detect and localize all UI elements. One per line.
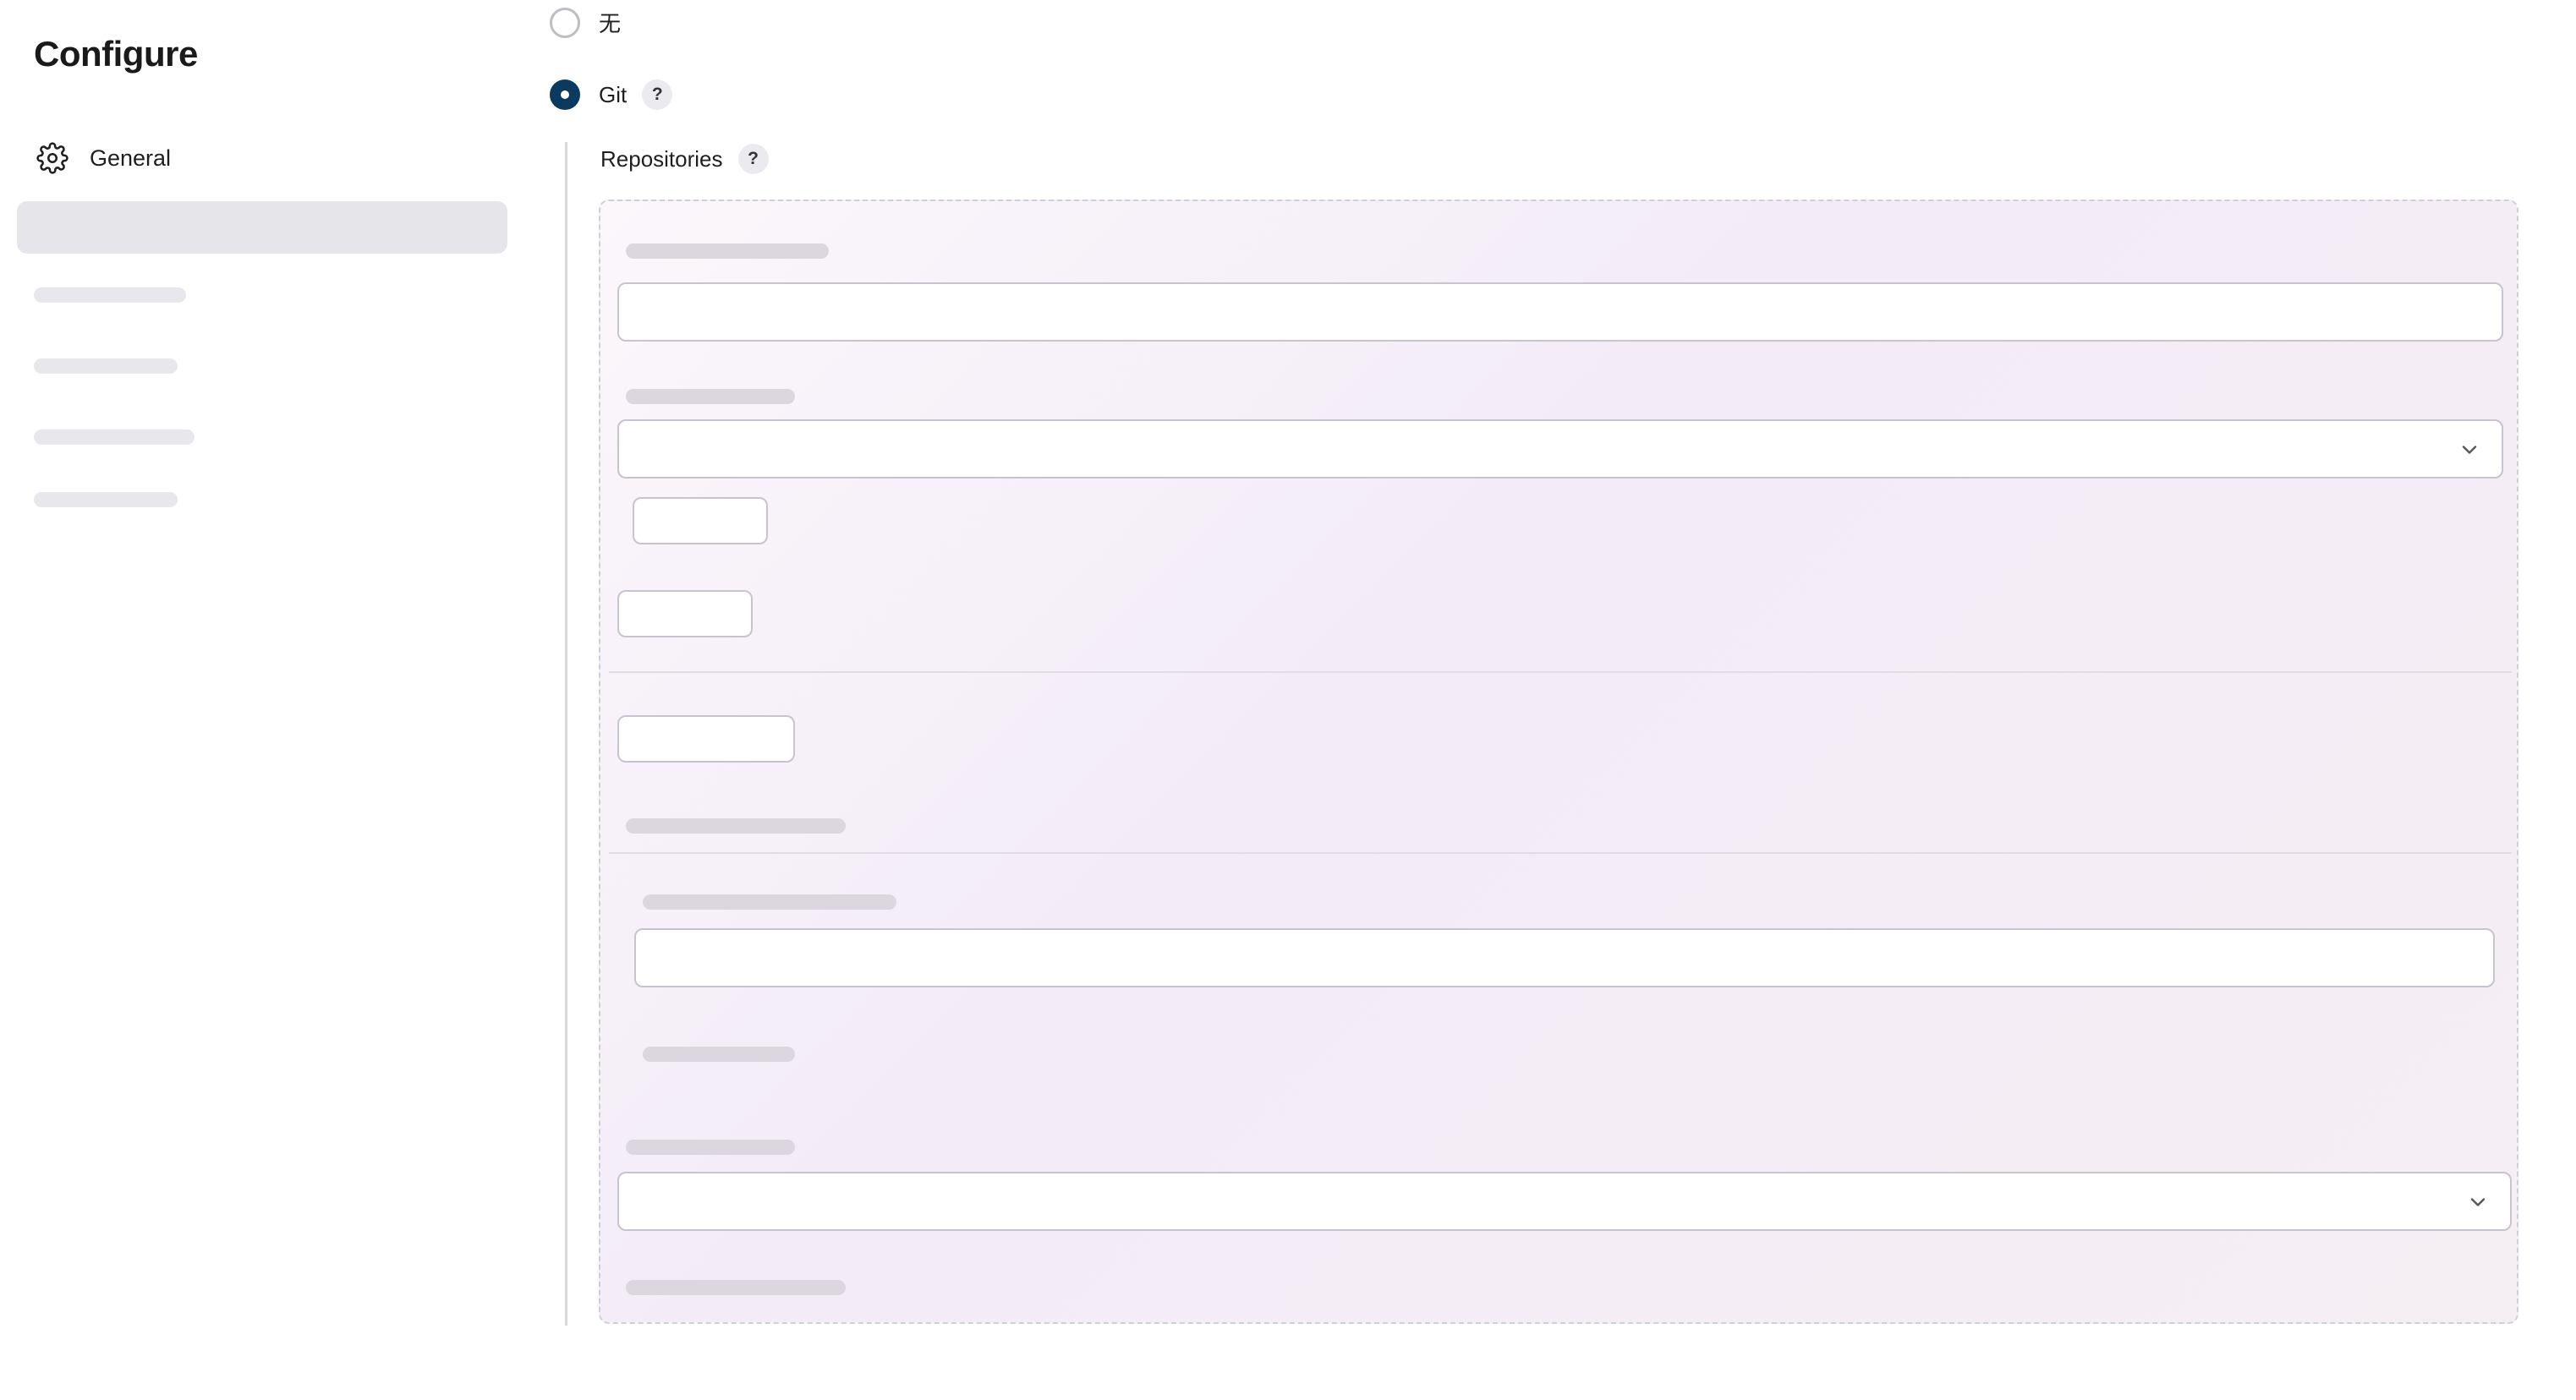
field-label-placeholder (643, 1047, 795, 1062)
field-label-placeholder (626, 243, 829, 259)
scm-option-label: 无 (599, 11, 622, 36)
page-title: Configure (34, 34, 198, 74)
field-label-placeholder (626, 1140, 795, 1155)
help-icon[interactable]: ? (642, 79, 673, 110)
help-icon[interactable]: ? (737, 144, 769, 174)
section-divider (565, 142, 567, 1326)
sidebar-item-label: General (90, 145, 172, 171)
repositories-title: Repositories (600, 145, 723, 172)
sidebar-item-placeholder[interactable] (34, 287, 186, 303)
sidebar-item-placeholder[interactable] (34, 358, 178, 374)
scm-option-git[interactable]: Git ? (550, 79, 673, 110)
gear-icon (34, 139, 71, 177)
main-content: 无 Git ? Repositories ? (550, 0, 2576, 1400)
repository-url-input[interactable] (617, 282, 2503, 342)
credentials-select[interactable] (617, 419, 2503, 479)
branch-specifier-input[interactable] (634, 928, 2495, 987)
field-label-placeholder (643, 894, 896, 910)
chevron-down-icon (2466, 1190, 2490, 1214)
sidebar-item-active[interactable] (17, 201, 507, 254)
field-label-placeholder (626, 1280, 846, 1295)
panel-divider (609, 852, 2512, 854)
panel-divider (609, 671, 2512, 673)
repositories-label: Repositories ? (600, 144, 769, 174)
chevron-down-icon (2458, 438, 2481, 462)
advanced-button[interactable] (617, 590, 753, 637)
repository-browser-select[interactable] (617, 1172, 2512, 1231)
add-repository-button[interactable] (617, 715, 795, 763)
scm-option-none[interactable]: 无 (550, 7, 621, 38)
scm-option-label: Git (599, 81, 628, 107)
sidebar-item-general[interactable]: General (17, 132, 507, 184)
sidebar-item-placeholder[interactable] (34, 429, 195, 445)
field-label-placeholder (626, 818, 846, 834)
add-credentials-button[interactable] (633, 497, 768, 544)
repository-panel (599, 200, 2518, 1324)
configure-page: Configure General 无 Git ? Repositories ? (0, 0, 2576, 1400)
radio-none[interactable] (550, 7, 580, 38)
sidebar: Configure General (0, 0, 550, 1400)
field-label-placeholder (626, 389, 795, 404)
radio-git[interactable] (550, 79, 580, 110)
sidebar-item-placeholder[interactable] (34, 492, 178, 507)
